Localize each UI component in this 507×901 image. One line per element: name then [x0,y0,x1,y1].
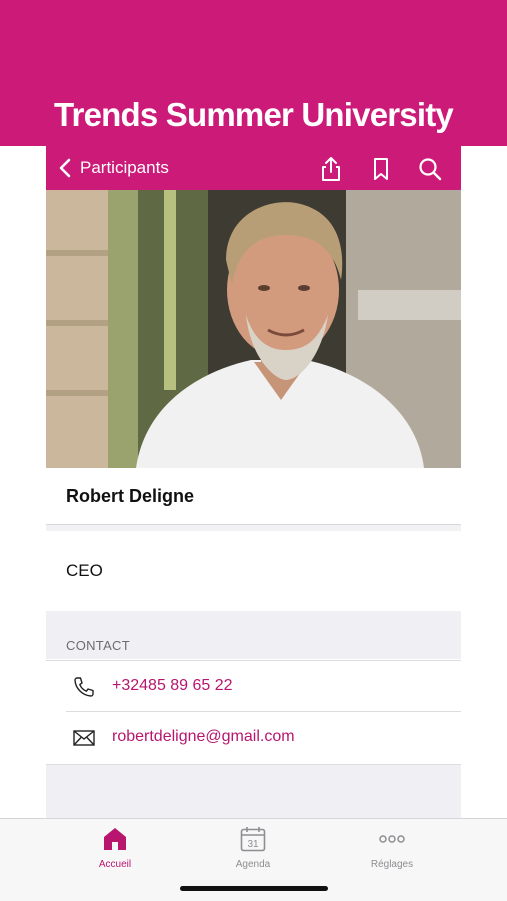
right-margin [461,146,507,818]
left-margin [0,146,46,818]
phone-number[interactable]: +32485 89 65 22 [112,677,233,695]
contact-section-label: CONTACT [66,638,130,653]
share-icon[interactable] [318,156,344,182]
contact-section-header: CONTACT [46,611,461,659]
tab-agenda-label: Agenda [235,859,271,870]
empty-area [46,765,461,818]
calendar-day-number: 31 [247,839,259,850]
participant-name-row: Robert Deligne [46,468,461,525]
participant-role-row: CEO [46,531,461,611]
event-banner: Trends Summer University [0,0,507,146]
navigation-bar: Participants [46,146,461,190]
mail-icon [73,730,95,746]
home-indicator [180,886,328,891]
email-address[interactable]: robertdeligne@gmail.com [112,728,295,746]
participant-photo [46,190,461,468]
phone-row[interactable]: +32485 89 65 22 [46,660,461,713]
more-icon [379,835,405,843]
back-button-label: Participants [80,158,169,177]
participant-detail-screen: Participants Robert Deligne CEO CONTACT … [46,146,461,818]
tab-accueil-label: Accueil [98,859,132,870]
chevron-left-icon [59,158,71,178]
home-icon [104,828,126,850]
tab-accueil[interactable]: Accueil [55,825,175,875]
back-button[interactable]: Participants [58,157,169,179]
tab-reglages[interactable]: Réglages [332,825,452,875]
email-row[interactable]: robertdeligne@gmail.com [46,712,461,764]
calendar-icon: 31 [240,827,266,852]
bookmark-icon[interactable] [368,156,394,182]
search-icon[interactable] [417,156,443,182]
tab-reglages-label: Réglages [370,859,414,870]
phone-icon [74,677,94,697]
participant-role: CEO [66,561,103,580]
banner-title: Trends Summer University [54,96,454,133]
participant-name: Robert Deligne [66,486,195,506]
tab-agenda[interactable]: 31 Agenda [193,825,313,875]
